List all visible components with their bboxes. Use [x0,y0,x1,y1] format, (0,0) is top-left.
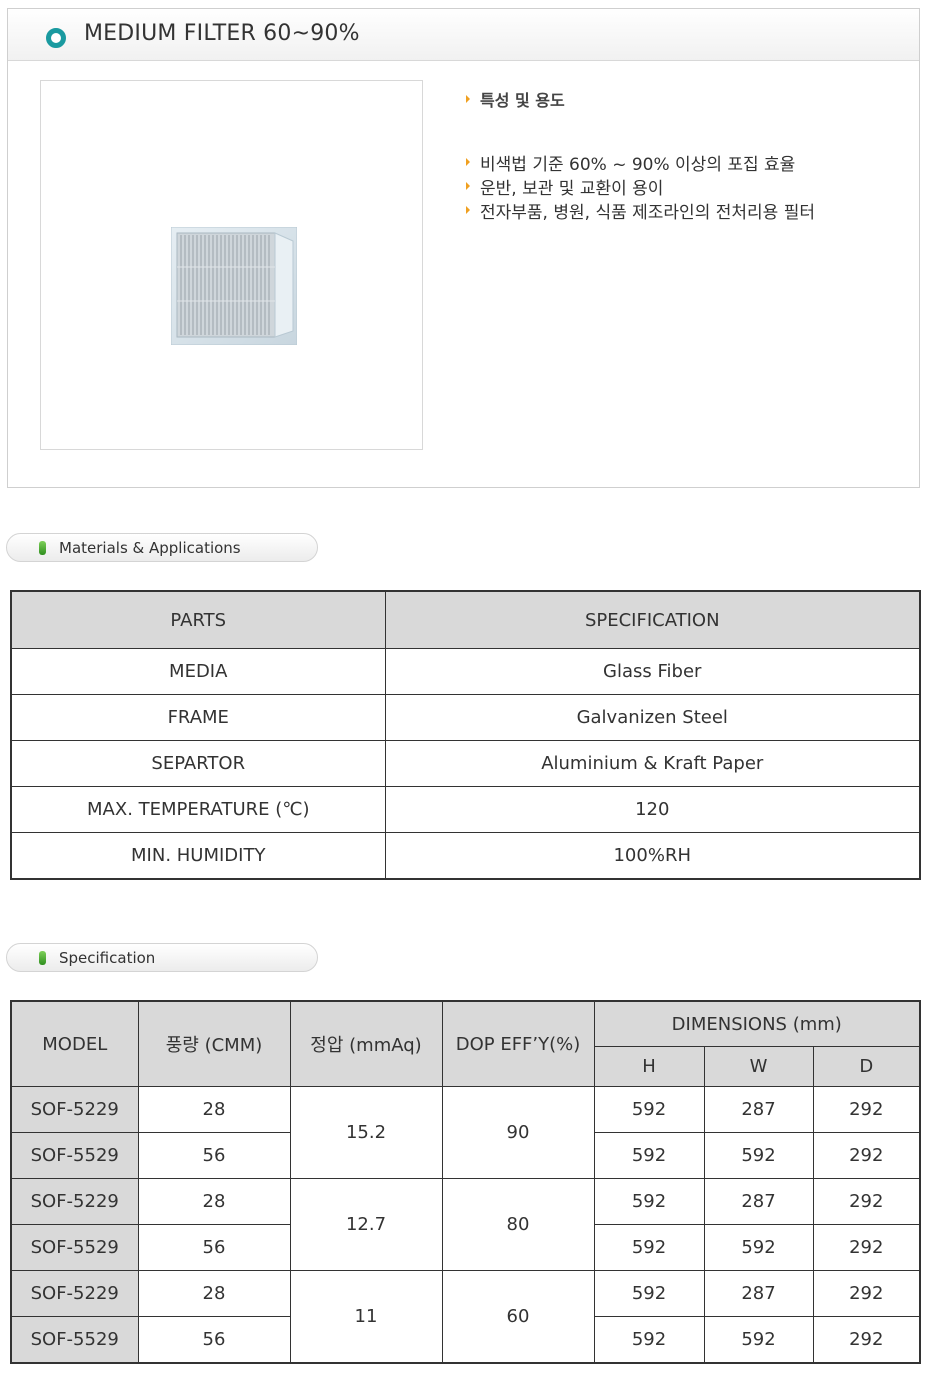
features-heading-text: 특성 및 용도 [480,91,565,110]
specification-table: MODEL 풍량 (CMM) 정압 (mmAq) DOP EFF’Y(%) DI… [10,1000,921,1364]
feature-text: 운반, 보관 및 교환이 용이 [480,179,664,199]
filter-product-image [171,227,297,345]
column-header: H [593,1046,705,1087]
depth-cell: 292 [812,1132,921,1179]
spec-cell: 100%RH [384,832,921,880]
materials-table: PARTS SPECIFICATION MEDIA Glass Fiber FR… [10,590,921,880]
pressure-cell: 12.7 [289,1178,443,1271]
depth-cell: 292 [812,1086,921,1133]
dop-cell: 80 [441,1178,595,1271]
spec-cell: 120 [384,786,921,833]
width-cell: 287 [703,1178,814,1225]
column-header: DIMENSIONS (mm) [593,1000,921,1047]
width-cell: 287 [703,1086,814,1133]
height-cell: 592 [593,1086,705,1133]
list-item: 전자부품, 병원, 식품 제조라인의 전처리용 필터 [466,201,815,225]
product-image-frame [40,80,423,450]
pressure-cell: 11 [289,1270,443,1364]
depth-cell: 292 [812,1270,921,1317]
list-item: 비색법 기준 60% ~ 90% 이상의 포집 효율 [466,153,815,177]
table-row: MEDIA Glass Fiber [10,648,921,695]
part-cell: MIN. HUMIDITY [10,832,386,880]
model-cell: SOF-5229 [10,1178,139,1225]
table-row: SOF-5229 28 12.7 80 592 287 292 [10,1178,921,1271]
model-cell: SOF-5529 [10,1132,139,1179]
table-row: MIN. HUMIDITY 100%RH [10,832,921,880]
specification-section-label: Specification [59,949,156,967]
flow-cell: 28 [137,1086,291,1133]
column-header: PARTS [10,590,386,649]
bullet-arrow-icon [466,182,470,190]
list-item: 운반, 보관 및 교환이 용이 [466,177,815,201]
part-cell: MAX. TEMPERATURE (℃) [10,786,386,833]
specification-section-header: Specification [6,943,318,972]
feature-text: 비색법 기준 60% ~ 90% 이상의 포집 효율 [480,155,796,175]
circle-ring-icon [46,28,66,48]
width-cell: 592 [703,1224,814,1271]
flow-cell: 56 [137,1224,291,1271]
features-list: 비색법 기준 60% ~ 90% 이상의 포집 효율 운반, 보관 및 교환이 … [466,153,815,225]
height-cell: 592 [593,1224,705,1271]
product-panel: MEDIUM FILTER 60~90% 특성 및 용도 비색법 기준 60% … [7,8,920,488]
flow-cell: 56 [137,1316,291,1364]
model-cell: SOF-5529 [10,1316,139,1364]
pressure-cell: 15.2 [289,1086,443,1179]
model-cell: SOF-5229 [10,1270,139,1317]
green-pill-icon [39,951,46,965]
product-title-bar: MEDIUM FILTER 60~90% [8,9,919,61]
table-header-row: PARTS SPECIFICATION [10,590,921,649]
width-cell: 592 [703,1316,814,1364]
depth-cell: 292 [812,1316,921,1364]
depth-cell: 292 [812,1224,921,1271]
column-header: 풍량 (CMM) [137,1000,291,1087]
table-header-row: MODEL 풍량 (CMM) 정압 (mmAq) DOP EFF’Y(%) DI… [10,1000,921,1087]
model-cell: SOF-5529 [10,1224,139,1271]
table-row: MAX. TEMPERATURE (℃) 120 [10,786,921,833]
flow-cell: 28 [137,1270,291,1317]
flow-cell: 28 [137,1178,291,1225]
bullet-arrow-icon [466,206,470,214]
column-header: MODEL [10,1000,139,1087]
depth-cell: 292 [812,1178,921,1225]
column-header: D [812,1046,921,1087]
height-cell: 592 [593,1178,705,1225]
product-title: MEDIUM FILTER 60~90% [84,21,360,46]
width-cell: 592 [703,1132,814,1179]
part-cell: FRAME [10,694,386,741]
dop-cell: 60 [441,1270,595,1364]
materials-section-label: Materials & Applications [59,539,241,557]
bullet-arrow-icon [466,158,470,166]
height-cell: 592 [593,1316,705,1364]
green-pill-icon [39,541,46,555]
features-heading: 특성 및 용도 [466,87,565,111]
width-cell: 287 [703,1270,814,1317]
part-cell: MEDIA [10,648,386,695]
column-header: W [703,1046,814,1087]
height-cell: 592 [593,1132,705,1179]
column-header: SPECIFICATION [384,590,921,649]
height-cell: 592 [593,1270,705,1317]
table-row: FRAME Galvanizen Steel [10,694,921,741]
table-row: SEPARTOR Aluminium & Kraft Paper [10,740,921,787]
flow-cell: 56 [137,1132,291,1179]
spec-cell: Galvanizen Steel [384,694,921,741]
column-header: 정압 (mmAq) [289,1000,443,1087]
column-header: DOP EFF’Y(%) [441,1000,595,1087]
spec-cell: Glass Fiber [384,648,921,695]
feature-text: 전자부품, 병원, 식품 제조라인의 전처리용 필터 [480,203,815,223]
bullet-arrow-icon [466,94,470,103]
spec-cell: Aluminium & Kraft Paper [384,740,921,787]
dop-cell: 90 [441,1086,595,1179]
model-cell: SOF-5229 [10,1086,139,1133]
materials-section-header: Materials & Applications [6,533,318,562]
table-row: SOF-5229 28 15.2 90 592 287 292 [10,1086,921,1179]
table-row: SOF-5229 28 11 60 592 287 292 [10,1270,921,1364]
part-cell: SEPARTOR [10,740,386,787]
